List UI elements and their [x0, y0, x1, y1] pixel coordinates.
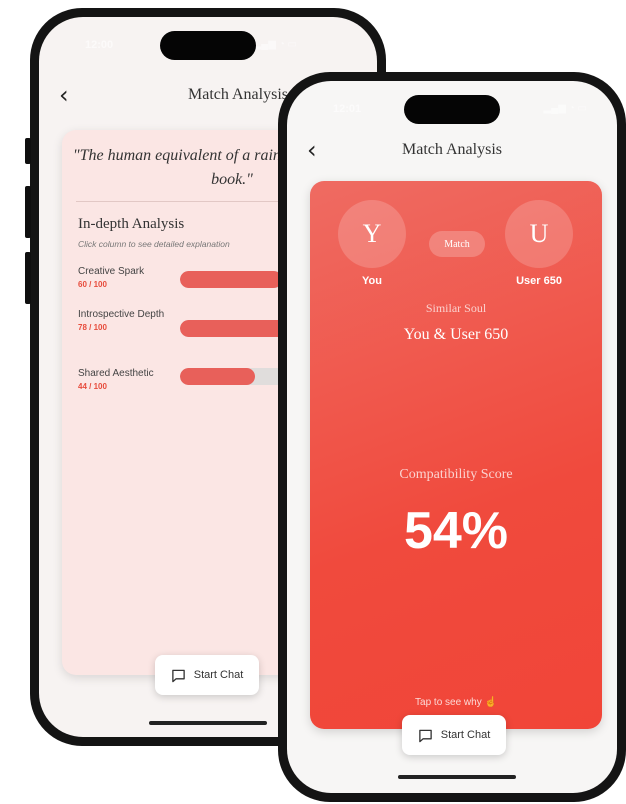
- signal-icon: ▂▄▆ ◔ ▭: [543, 103, 587, 114]
- signal-icon: ▂▄▆ ◔ ▭: [253, 39, 297, 50]
- side-button: [25, 252, 31, 304]
- metric-label: Shared Aesthetic: [78, 368, 154, 379]
- compatibility-card[interactable]: Y You Match U User 650 Similar Soul You …: [310, 181, 602, 729]
- side-button: [25, 138, 31, 164]
- side-button: [25, 186, 31, 238]
- start-chat-label: Start Chat: [440, 729, 491, 741]
- soul-type: Similar Soul: [425, 301, 487, 315]
- start-chat-button[interactable]: Start Chat: [155, 655, 259, 695]
- dynamic-island: [160, 31, 256, 60]
- chat-bubble-icon: [418, 729, 432, 742]
- tap-hint-label: Tap to see why: [415, 697, 482, 708]
- start-chat-label: Start Chat: [193, 669, 244, 681]
- metric-label: Creative Spark: [78, 266, 145, 277]
- metric-introspective-depth[interactable]: Introspective Depth 78 / 100: [78, 307, 168, 332]
- section-title: In-depth Analysis: [78, 216, 185, 232]
- match-badge: Match: [429, 231, 485, 257]
- home-indicator[interactable]: [149, 721, 267, 725]
- status-time: 12:01: [333, 103, 362, 115]
- metric-bar-fill: [180, 368, 255, 385]
- home-indicator[interactable]: [398, 775, 516, 779]
- metric-creative-spark[interactable]: Creative Spark 60 / 100: [78, 264, 168, 289]
- nav-title: Match Analysis: [402, 141, 502, 158]
- chat-bubble-icon: [171, 669, 185, 682]
- start-chat-button[interactable]: Start Chat: [402, 715, 506, 755]
- partner-avatar: U: [505, 200, 573, 268]
- pointing-hand-icon: ☝: [484, 697, 497, 708]
- metric-label: Introspective Depth: [78, 309, 165, 320]
- partner-name: User 650: [516, 275, 562, 287]
- phone-front: 12:01 ▂▄▆ ◔ ▭ ‹ Match Analysis Y You Mat…: [278, 72, 626, 802]
- front-screen: 12:01 ▂▄▆ ◔ ▭ ‹ Match Analysis Y You Mat…: [287, 81, 617, 793]
- compatibility-score: 54%: [403, 502, 509, 560]
- metric-shared-aesthetic[interactable]: Shared Aesthetic 44 / 100: [78, 366, 168, 391]
- tap-hint[interactable]: Tap to see why ☝: [310, 697, 602, 708]
- section-subtitle: Click column to see detailed explanation: [78, 239, 230, 249]
- metric-score: 60 / 100: [78, 280, 107, 289]
- status-time: 12:00: [85, 39, 114, 51]
- metric-score: 78 / 100: [78, 323, 107, 332]
- dynamic-island: [404, 95, 500, 124]
- compatibility-label: Compatibility Score: [399, 467, 513, 482]
- metric-bar-fill: [180, 271, 282, 288]
- back-arrow-icon[interactable]: ‹: [59, 83, 69, 107]
- user-avatar: Y: [338, 200, 406, 268]
- metric-score: 44 / 100: [78, 382, 107, 391]
- pair-names: You & User 650: [403, 326, 509, 343]
- user-name: You: [362, 275, 382, 287]
